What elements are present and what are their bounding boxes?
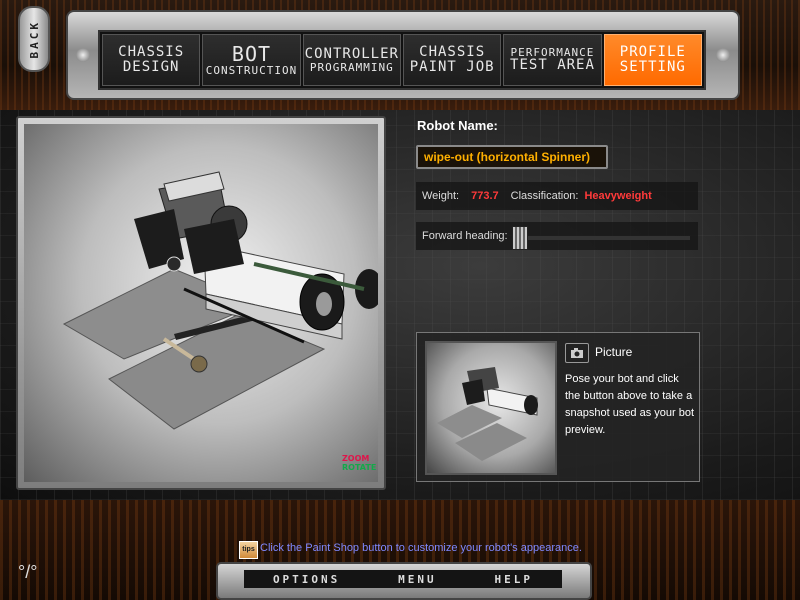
tab-label-line2: DESIGN (122, 59, 180, 75)
zoom-rotate-legend: ZOOM ROTATE (342, 454, 376, 472)
bottom-nav-buttons: OPTIONS MENU HELP (244, 570, 562, 588)
forward-heading-slider[interactable] (512, 226, 528, 250)
robot-3d-viewport[interactable]: ZOOM ROTATE (24, 124, 378, 482)
robot-viewport-frame: ZOOM ROTATE (16, 116, 386, 490)
tab-label-line1: CHASSIS (419, 44, 486, 61)
floor-spinner-hub (190, 355, 208, 373)
robot-stats-bar: Weight: 773.7 Classification: Heavyweigh… (416, 182, 698, 210)
robot-name-input[interactable]: wipe-out (horizontal Spinner) (416, 145, 608, 169)
forward-heading-row: Forward heading: (416, 222, 698, 250)
wheel (524, 395, 538, 415)
preview-render (437, 367, 538, 461)
bot-preview-thumbnail (425, 341, 557, 475)
rotate-label: ROTATE (342, 463, 377, 472)
menu-button[interactable]: MENU (398, 573, 437, 586)
zoom-label: ZOOM (342, 454, 370, 463)
back-button-label: BACK (27, 19, 41, 59)
bottom-nav-bar: OPTIONS MENU HELP (216, 562, 592, 600)
back-button[interactable]: BACK (18, 6, 50, 72)
tab-label-line2: PAINT JOB (409, 59, 495, 75)
tab-performance-test-area[interactable]: PERFORMANCE TEST AREA (503, 34, 602, 86)
classification-label: Classification: (510, 190, 579, 202)
tab-label-line2: TEST AREA (510, 57, 595, 74)
options-button[interactable]: OPTIONS (273, 573, 340, 586)
bolt-icon (716, 48, 730, 62)
tab-label-line1: CONTROLLER (304, 45, 399, 62)
picture-title: Picture (595, 345, 633, 359)
tab-controller-programming[interactable]: CONTROLLER PROGRAMMING (302, 34, 401, 86)
tab-label-line2: SETTING (619, 59, 686, 75)
tab-profile-setting[interactable]: PROFILE SETTING (603, 34, 702, 86)
camera-icon (571, 348, 583, 358)
main-tab-bar: CHASSIS DESIGN BOT CONSTRUCTION CONTROLL… (66, 10, 740, 100)
bolt-icon (76, 48, 90, 62)
tab-label-line1: CHASSIS (118, 44, 185, 61)
picture-panel: Picture Pose your bot and click the butt… (416, 332, 700, 482)
help-button[interactable]: HELP (495, 573, 534, 586)
tab-label-line2: CONSTRUCTION (205, 63, 298, 77)
forward-heading-label: Forward heading: (422, 230, 508, 242)
spike-hub (166, 256, 182, 272)
tab-list: CHASSIS DESIGN BOT CONSTRUCTION CONTROLL… (98, 30, 706, 90)
corner-logo-icon: °/° (18, 562, 38, 582)
forward-heading-track (514, 236, 690, 240)
tab-label-line1: PROFILE (619, 44, 686, 61)
tip-text: Click the Paint Shop button to customize… (260, 542, 582, 554)
robot-name-label: Robot Name: (417, 118, 498, 133)
weight-value: 773.7 (471, 190, 499, 202)
tab-chassis-design[interactable]: CHASSIS DESIGN (102, 34, 201, 86)
tab-chassis-paint-job[interactable]: CHASSIS PAINT JOB (402, 34, 502, 86)
take-snapshot-button[interactable] (565, 343, 589, 363)
spinner-bar (184, 219, 244, 274)
spinner-bar (462, 379, 485, 405)
tip-icon: tips (239, 541, 258, 559)
wheel-hub (316, 292, 332, 316)
tab-bot-construction[interactable]: BOT CONSTRUCTION (202, 34, 301, 86)
weight-label: Weight: (422, 190, 460, 202)
picture-description: Pose your bot and click the button above… (565, 373, 695, 436)
tab-label-line1: BOT (231, 41, 272, 66)
robot-render (62, 171, 378, 430)
tab-label-line2: PROGRAMMING (309, 60, 394, 74)
classification-value: Heavyweight (584, 190, 652, 202)
